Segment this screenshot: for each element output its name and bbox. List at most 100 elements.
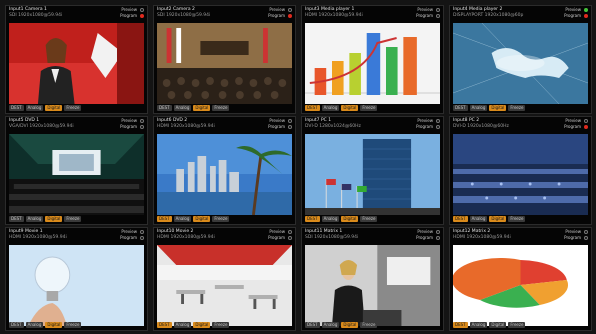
input-tile-10[interactable]: Input10 Movie 2 HDMI 1920x1080@59.94i Pr… [153, 227, 296, 331]
tile-header: Input10 Movie 2 HDMI 1920x1080@59.94i Pr… [157, 229, 293, 244]
input-tile-1[interactable]: Input1 Camera 1 SDI 1920x1080@59.94i Pre… [5, 5, 148, 114]
freeze-button[interactable]: Freeze [64, 105, 82, 111]
dest-button[interactable]: DEST [305, 216, 320, 222]
dest-button[interactable]: DEST [9, 105, 24, 111]
tile-header: Input1 Camera 1 SDI 1920x1080@59.94i Pre… [9, 7, 145, 22]
input-tile-7[interactable]: Input7 PC 1 DVI-D 1280x1024@60Hz Preview… [301, 116, 444, 225]
dest-button[interactable]: DEST [453, 322, 468, 328]
video-thumbnail-worldmap[interactable] [453, 23, 588, 104]
video-thumbnail-skyline[interactable] [157, 134, 292, 215]
input-tile-5[interactable]: Input5 DVD 1 VGA/DVI 1920x1080@59.94i Pr… [5, 116, 148, 225]
dest-button[interactable]: DEST [453, 216, 468, 222]
freeze-button[interactable]: Freeze [508, 322, 526, 328]
tile-header: Input8 PC 2 DVI-D 1920x1080@60Hz Preview… [453, 118, 589, 133]
input-format: HDMI 1920x1080@59.94i [9, 235, 67, 240]
tile-toolbar: DEST Analog Digital Freeze [453, 216, 526, 222]
video-thumbnail-bulb[interactable] [9, 245, 144, 326]
preview-indicator-icon [140, 119, 144, 123]
freeze-button[interactable]: Freeze [360, 216, 378, 222]
dest-button[interactable]: DEST [9, 216, 24, 222]
input-tile-3[interactable]: Input3 Media player 1 HDMI 1920x1080@59.… [301, 5, 444, 114]
digital-button[interactable]: Digital [489, 105, 507, 111]
preview-indicator-icon [288, 8, 292, 12]
tile-header: Input7 PC 1 DVI-D 1280x1024@60Hz Preview… [305, 118, 441, 133]
analog-button[interactable]: Analog [173, 216, 192, 222]
analog-button[interactable]: Analog [321, 105, 340, 111]
analog-button[interactable]: Analog [25, 105, 44, 111]
video-thumbnail-un[interactable] [305, 134, 440, 215]
dest-button[interactable]: DEST [157, 322, 172, 328]
tile-toolbar: DEST Analog Digital Freeze [157, 322, 230, 328]
dest-button[interactable]: DEST [157, 216, 172, 222]
digital-button[interactable]: Digital [489, 322, 507, 328]
freeze-button[interactable]: Freeze [360, 105, 378, 111]
tile-toolbar: DEST Analog Digital Freeze [9, 322, 82, 328]
video-thumbnail-presenter[interactable] [305, 245, 440, 326]
program-label: Program [268, 13, 285, 18]
freeze-button[interactable]: Freeze [508, 105, 526, 111]
input-tile-9[interactable]: Input9 Movie 1 HDMI 1920x1080@59.94i Pre… [5, 227, 148, 331]
freeze-button[interactable]: Freeze [212, 216, 230, 222]
freeze-button[interactable]: Freeze [64, 216, 82, 222]
program-label: Program [268, 235, 285, 240]
video-thumbnail-anchor[interactable] [9, 23, 144, 104]
dest-button[interactable]: DEST [157, 105, 172, 111]
freeze-button[interactable]: Freeze [508, 216, 526, 222]
dest-button[interactable]: DEST [305, 105, 320, 111]
digital-button[interactable]: Digital [341, 105, 359, 111]
tile-header: Input12 Matrix 2 HDMI 1920x1080@59.94i P… [453, 229, 589, 244]
digital-button[interactable]: Digital [45, 105, 63, 111]
program-label: Program [416, 235, 433, 240]
digital-button[interactable]: Digital [489, 216, 507, 222]
input-format: VGA/DVI 1920x1080@59.94i [9, 124, 74, 129]
input-tile-4[interactable]: Input4 Media player 2 DISPLAYPORT 1920x1… [449, 5, 592, 114]
input-name: Input11 Matrix 1 [305, 229, 343, 234]
freeze-button[interactable]: Freeze [212, 322, 230, 328]
dest-button[interactable]: DEST [9, 322, 24, 328]
analog-button[interactable]: Analog [173, 322, 192, 328]
input-format: DVI-D 1920x1080@60Hz [453, 124, 509, 129]
freeze-button[interactable]: Freeze [212, 105, 230, 111]
input-tile-2[interactable]: Input2 Camera 2 SDI 1920x1080@59.94i Pre… [153, 5, 296, 114]
multiviewer-grid: Input1 Camera 1 SDI 1920x1080@59.94i Pre… [0, 0, 596, 334]
freeze-button[interactable]: Freeze [64, 322, 82, 328]
program-indicator-icon [584, 14, 588, 18]
digital-button[interactable]: Digital [341, 216, 359, 222]
preview-label: Preview [417, 7, 433, 12]
digital-button[interactable]: Digital [193, 216, 211, 222]
input-tile-8[interactable]: Input8 PC 2 DVI-D 1920x1080@60Hz Preview… [449, 116, 592, 225]
input-name: Input10 Movie 2 [157, 229, 194, 234]
analog-button[interactable]: Analog [321, 322, 340, 328]
analog-button[interactable]: Analog [469, 322, 488, 328]
video-thumbnail-assembly[interactable] [453, 134, 588, 215]
input-tile-6[interactable]: Input6 DVD 2 HDMI 1920x1080@59.94i Previ… [153, 116, 296, 225]
dest-button[interactable]: DEST [453, 105, 468, 111]
video-thumbnail-pie3d[interactable] [453, 245, 588, 326]
preview-label: Preview [121, 229, 137, 234]
analog-button[interactable]: Analog [25, 216, 44, 222]
freeze-button[interactable]: Freeze [360, 322, 378, 328]
tile-header: Input11 Matrix 1 SDI 1920x1080@59.94i Pr… [305, 229, 441, 244]
analog-button[interactable]: Analog [469, 105, 488, 111]
video-thumbnail-conference[interactable] [157, 23, 292, 104]
preview-label: Preview [269, 118, 285, 123]
video-thumbnail-auditorium[interactable] [9, 134, 144, 215]
video-thumbnail-bars3d[interactable] [305, 23, 440, 104]
analog-button[interactable]: Analog [469, 216, 488, 222]
input-format: SDI 1920x1080@59.94i [305, 235, 359, 240]
input-tile-11[interactable]: Input11 Matrix 1 SDI 1920x1080@59.94i Pr… [301, 227, 444, 331]
digital-button[interactable]: Digital [193, 105, 211, 111]
analog-button[interactable]: Analog [321, 216, 340, 222]
analog-button[interactable]: Analog [173, 105, 192, 111]
preview-label: Preview [121, 118, 137, 123]
digital-button[interactable]: Digital [45, 216, 63, 222]
dest-button[interactable]: DEST [305, 322, 320, 328]
input-tile-12[interactable]: Input12 Matrix 2 HDMI 1920x1080@59.94i P… [449, 227, 592, 331]
digital-button[interactable]: Digital [45, 322, 63, 328]
digital-button[interactable]: Digital [193, 322, 211, 328]
analog-button[interactable]: Analog [25, 322, 44, 328]
video-thumbnail-office[interactable] [157, 245, 292, 326]
program-indicator-icon [436, 236, 440, 240]
tile-toolbar: DEST Analog Digital Freeze [305, 105, 378, 111]
digital-button[interactable]: Digital [341, 322, 359, 328]
